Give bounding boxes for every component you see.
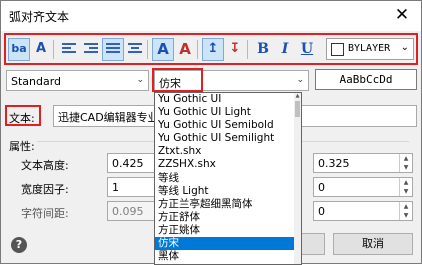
font-option[interactable]: 方正姚体: [155, 224, 301, 237]
toolbar-separator: [53, 40, 54, 59]
text-height-label: 文本高度:: [21, 159, 69, 172]
font-option[interactable]: Ztxt.shx: [155, 145, 301, 158]
font-option[interactable]: 仿宋: [155, 237, 301, 251]
font-preview: AaBbCcDd: [315, 69, 417, 90]
color-swatch: [331, 43, 344, 56]
font-option[interactable]: Yu Gothic UI: [155, 93, 301, 106]
italic-icon: I: [281, 41, 289, 57]
spinner[interactable]: ▲ ▼: [399, 154, 412, 172]
concave-button[interactable]: ↧: [224, 38, 246, 61]
cancel-button[interactable]: 取消: [333, 233, 413, 255]
bold-button[interactable]: B: [252, 38, 274, 61]
toolbar-separator: [197, 40, 198, 59]
underline-button[interactable]: U: [296, 38, 318, 61]
font-dropdown-list[interactable]: Yu Gothic UI Yu Gothic UI Light Yu Gothic …: [154, 92, 302, 265]
format-toolbar: ba A A A ↥ ↧ B I U BYLAYER ⌄: [4, 33, 418, 65]
font-option[interactable]: Yu Gothic UI Light: [155, 106, 301, 119]
chevron-down-icon: ⌄: [296, 75, 304, 85]
concave-icon: ↧: [229, 41, 241, 56]
char-spacing-value: 0.095: [112, 205, 144, 218]
chevron-down-icon: ⌄: [136, 75, 144, 85]
dropdown-scrollbar[interactable]: ▲: [294, 93, 301, 264]
color-select[interactable]: BYLAYER ⌄: [326, 38, 414, 60]
align-right-icon: [84, 43, 98, 55]
color-select-value: BYLAYER: [348, 43, 391, 54]
fit-button[interactable]: A: [30, 38, 52, 61]
bold-icon: B: [257, 41, 269, 57]
italic-button[interactable]: I: [274, 38, 296, 61]
text-height-value: 0.425: [112, 157, 144, 170]
font-option[interactable]: 黑体: [155, 250, 301, 263]
font-highlight-box: [152, 68, 203, 92]
font-option[interactable]: 等线 Light: [155, 185, 301, 198]
width-factor-label: 宽度因子:: [21, 183, 69, 196]
right-param-input-1[interactable]: 0.325 ▲ ▼: [313, 153, 413, 173]
width-factor-value: 1: [112, 181, 119, 194]
font-option[interactable]: 方正舒体: [155, 211, 301, 224]
spacing-button[interactable]: ba: [8, 38, 30, 61]
style-select[interactable]: Standard ⌄: [6, 70, 149, 91]
align-center-icon: [128, 43, 142, 55]
spinner[interactable]: ▲ ▼: [399, 178, 412, 196]
title-bar: 弧对齐文本 ✕: [1, 1, 421, 31]
scroll-up-icon[interactable]: ▲: [294, 93, 301, 100]
underline-icon: U: [300, 41, 314, 57]
convex-icon: ↥: [207, 41, 219, 56]
text-inward-icon: A: [179, 40, 191, 58]
text-label-highlight-box: [5, 105, 41, 126]
text-outward-icon: A: [157, 40, 169, 58]
align-left-button[interactable]: [58, 38, 80, 61]
right-param-value-2: 0: [318, 181, 325, 194]
text-spacing-icon: ba: [11, 42, 27, 55]
align-left-icon: [62, 43, 76, 55]
inward-button[interactable]: A: [174, 38, 196, 61]
text-fit-icon: A: [35, 41, 47, 56]
right-param-input-2[interactable]: 0 ▲ ▼: [313, 177, 413, 197]
help-icon[interactable]: ?: [11, 237, 27, 253]
align-right-button[interactable]: [80, 38, 102, 61]
chevron-down-icon: ⌄: [400, 42, 409, 53]
font-option[interactable]: 方正兰亭超细黑简体: [155, 198, 301, 211]
right-param-input-3[interactable]: 0 ▲ ▼: [313, 201, 413, 221]
convex-button[interactable]: ↥: [202, 38, 224, 61]
fit-justify-button[interactable]: [102, 38, 124, 61]
font-option-list: Yu Gothic UI Yu Gothic UI Light Yu Gothic …: [155, 93, 301, 263]
font-option[interactable]: Yu Gothic UI Semilight: [155, 132, 301, 145]
properties-heading: 属性:: [9, 138, 37, 154]
font-option[interactable]: ZZSHX.shx: [155, 158, 301, 171]
toolbar-separator: [247, 40, 248, 59]
toolbar-separator: [147, 40, 148, 59]
arc-align-text-dialog: 弧对齐文本 ✕ ba A A A ↥ ↧ B I U BYLAYER ⌄ Sta…: [0, 0, 422, 265]
dialog-title: 弧对齐文本: [9, 10, 70, 24]
right-param-value-1: 0.325: [318, 157, 350, 170]
align-fit-icon: [106, 43, 120, 55]
font-option[interactable]: 等线: [155, 172, 301, 185]
align-center-button[interactable]: [124, 38, 146, 61]
outward-button[interactable]: A: [152, 38, 174, 61]
char-spacing-label: 字符间距:: [21, 207, 69, 220]
close-icon[interactable]: ✕: [391, 4, 413, 26]
spinner[interactable]: ▲ ▼: [399, 202, 412, 220]
scrollbar-thumb[interactable]: [295, 101, 300, 117]
style-select-value: Standard: [11, 75, 62, 88]
font-option[interactable]: Yu Gothic UI Semibold: [155, 119, 301, 132]
right-param-value-3: 0: [318, 205, 325, 218]
